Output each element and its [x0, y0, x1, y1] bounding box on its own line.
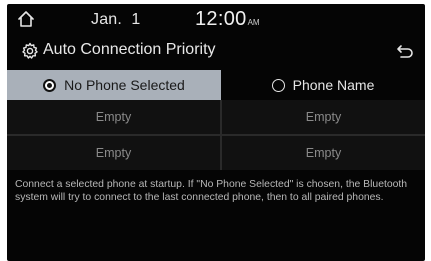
phone-slot[interactable]: Empty: [222, 136, 425, 170]
option-label: No Phone Selected: [64, 77, 185, 93]
divider: [220, 100, 222, 170]
radio-selected-icon: [43, 78, 57, 92]
gear-icon: [22, 42, 38, 59]
option-label: Phone Name: [292, 77, 375, 93]
phone-slot[interactable]: Empty: [7, 136, 220, 170]
option-no-phone-selected[interactable]: No Phone Selected: [7, 70, 221, 100]
phone-slot[interactable]: Empty: [222, 100, 425, 134]
priority-options: No Phone Selected Phone Name: [7, 70, 425, 100]
time-display: 12:00: [195, 8, 247, 30]
date-display: Jan. 1: [91, 11, 141, 28]
phone-slot-grid: Empty Empty Empty Empty: [7, 100, 425, 170]
description-text: Connect a selected phone at startup. If …: [15, 179, 408, 203]
head-unit-screen: Jan. 1 12:00AM Auto Connection Priority …: [7, 4, 425, 261]
back-button[interactable]: [393, 40, 417, 64]
radio-unselected-icon: [271, 78, 285, 92]
home-icon[interactable]: [17, 10, 35, 28]
page-title: Auto Connection Priority: [43, 41, 216, 58]
back-arrow-icon: [397, 45, 413, 58]
status-bar: Jan. 1 12:00AM: [7, 4, 425, 32]
option-phone-name[interactable]: Phone Name: [221, 70, 425, 100]
title-bar: Auto Connection Priority: [7, 34, 425, 72]
ampm-indicator: AM: [247, 18, 260, 27]
clock: 12:00AM: [195, 8, 260, 31]
phone-slot[interactable]: Empty: [7, 100, 220, 134]
